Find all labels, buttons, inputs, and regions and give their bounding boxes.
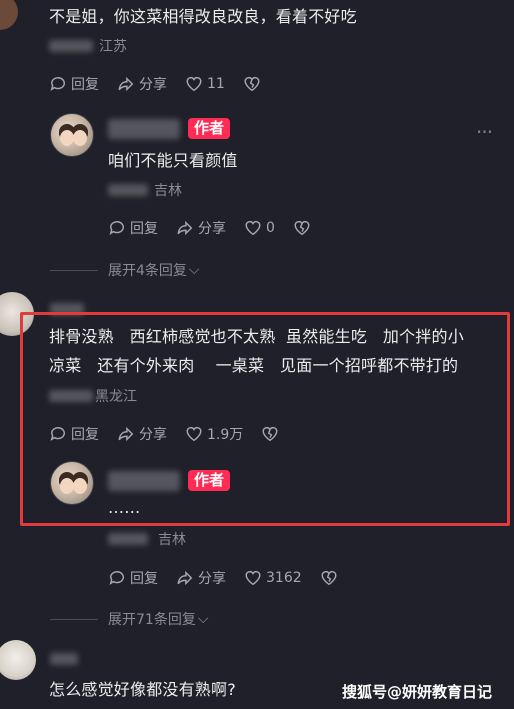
blurred-username[interactable] [108,470,180,491]
comment-1-meta: 江苏 [49,36,127,56]
share-button[interactable]: 分享 [117,424,167,444]
share-button[interactable]: 分享 [117,74,167,94]
heart-icon [245,220,261,236]
comment-2-meta: 吉林 [108,180,182,200]
comment-4-actions: 回复 分享 3162 [108,568,356,588]
share-icon [118,76,134,92]
expand-replies-button[interactable]: 展开71条回复 ⌵ [50,609,208,629]
blurred-date [49,390,93,402]
broken-heart-icon [244,76,260,92]
reply-button[interactable]: 回复 [108,568,158,588]
comment-1-actions: 回复 分享 11 [49,74,279,94]
reply-button[interactable]: 回复 [49,424,99,444]
share-icon [177,220,193,236]
heart-icon [245,570,261,586]
like-button[interactable]: 3162 [244,569,302,587]
like-count: 0 [266,220,275,236]
like-button[interactable]: 1.9万 [185,424,243,444]
comment-2-location: 吉林 [154,183,182,199]
author-badge: 作者 [188,470,231,491]
dislike-button[interactable] [320,569,338,587]
reply-button[interactable]: 回复 [108,218,158,238]
blurred-date [108,184,148,196]
reply-icon [50,77,65,92]
share-icon [177,570,193,586]
comment-3-text-line1: 排骨没熟 西红柿感觉也不太熟 虽然能生吃 加个拌的小 [49,327,464,346]
comment-4-meta: 吉林 [108,529,186,549]
author-badge: 作者 [188,118,231,139]
watermark: 搜狐号@妍妍教育日记 [342,683,493,701]
comment-5-text: 怎么感觉好像都没有熟啊? [49,680,236,699]
divider [50,269,98,271]
comment-2-actions: 回复 分享 0 [108,218,329,238]
comment-3-actions: 回复 分享 1.9万 [49,424,297,444]
author-name-row: 作者 [108,470,231,491]
broken-heart-icon [262,426,278,442]
like-button[interactable]: 11 [185,75,225,93]
reply-icon [109,221,124,236]
chevron-down-icon: ⌵ [188,262,200,278]
comment-1-text: 不是姐，你这菜相得改良改良，看着不好吃 [49,7,357,26]
share-button[interactable]: 分享 [176,218,226,238]
dislike-button[interactable] [261,425,279,443]
like-count: 1.9万 [207,427,244,443]
share-button[interactable]: 分享 [176,568,226,588]
avatar-partial-top[interactable] [0,0,18,30]
heart-icon [186,76,202,92]
comment-4-location: 吉林 [158,532,186,548]
blurred-date [108,533,148,545]
broken-heart-icon [321,570,337,586]
comment-4-text: …… [108,498,141,517]
divider [50,618,98,620]
chevron-down-icon: ⌵ [197,611,209,627]
heart-icon [186,426,202,442]
like-count: 3162 [266,570,302,586]
like-button[interactable]: 0 [244,219,275,237]
commenter-avatar[interactable] [0,640,36,680]
share-icon [118,426,134,442]
comment-2-text: 咱们不能只看颜值 [108,151,238,170]
comment-3-location: 黑龙江 [95,389,137,405]
reply-icon [50,427,65,442]
expand-replies-button[interactable]: 展开4条回复 ⌵ [50,260,200,280]
broken-heart-icon [294,220,310,236]
author-avatar[interactable] [50,461,94,505]
reply-icon [109,571,124,586]
more-options-icon[interactable]: ··· [476,120,493,144]
commenter-name[interactable] [50,650,78,669]
author-avatar[interactable] [50,113,94,157]
author-name-row: 作者 [108,118,231,139]
comment-3-meta: 黑龙江 [49,386,137,406]
reply-button[interactable]: 回复 [49,74,99,94]
dislike-button[interactable] [243,75,261,93]
comment-3-text-line2: 凉菜 还有个外来肉 一桌菜 见面一个招呼都不带打的 [49,356,459,375]
blurred-date [49,40,93,52]
like-count: 11 [207,76,225,92]
blurred-username[interactable] [108,118,180,139]
dislike-button[interactable] [293,219,311,237]
comment-1-location: 江苏 [99,39,127,55]
